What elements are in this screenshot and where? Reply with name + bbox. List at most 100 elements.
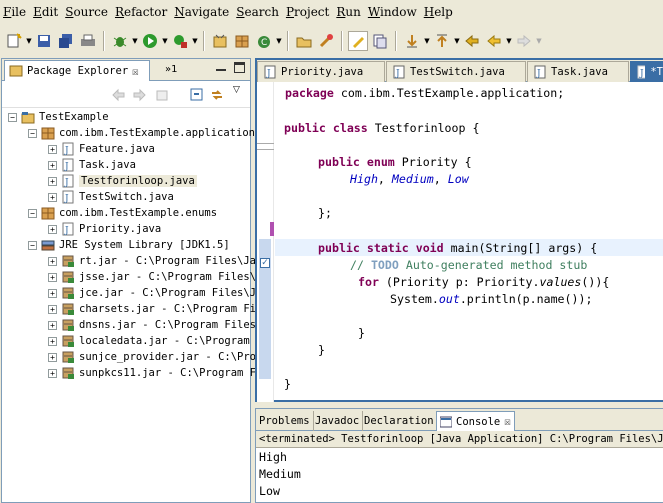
tree-item[interactable]: + jce.jar - C:\Program Files\J [48, 285, 256, 301]
tree-item[interactable]: + J TestSwitch.java [48, 189, 174, 205]
collapse-toggle-icon[interactable]: − [28, 208, 37, 218]
menu-source[interactable]: Source [64, 5, 114, 19]
toggle-mark-occurrences-icon[interactable] [348, 31, 368, 51]
console-output-line: Medium [259, 467, 301, 481]
editor-tab-testswitch[interactable]: J TestSwitch.java [386, 61, 526, 82]
external-tools-dropdown-icon[interactable]: ▼ [192, 31, 198, 51]
collapse-toggle-icon[interactable]: − [28, 128, 37, 138]
close-icon[interactable]: ☒ [504, 415, 511, 428]
tab-console[interactable]: Console ☒ [436, 411, 515, 431]
new-class-dropdown-icon[interactable]: ▼ [276, 31, 282, 51]
menu-refactor[interactable]: Refactor [114, 5, 173, 19]
editor-tabbar: J Priority.java J TestSwitch.java J Task… [257, 60, 663, 82]
menu-search[interactable]: Search [235, 5, 285, 19]
new-class-icon[interactable]: C [254, 31, 274, 51]
expand-toggle-icon[interactable]: + [48, 144, 57, 154]
menu-project[interactable]: Project [285, 5, 335, 19]
collapse-all-icon[interactable] [190, 88, 204, 102]
menu-window[interactable]: Window [367, 5, 423, 19]
expand-toggle-icon[interactable]: + [48, 320, 57, 330]
editor-tab-testforinloop[interactable]: J *T [630, 61, 663, 82]
tree-item[interactable]: + localedata.jar - C:\Program [48, 333, 250, 349]
tree-item[interactable]: + sunpkcs11.jar - C:\Program F [48, 365, 256, 381]
tree-item[interactable]: + charsets.jar - C:\Program Fi [48, 301, 256, 317]
menu-navigate[interactable]: Navigate [173, 5, 235, 19]
project-icon [21, 112, 35, 124]
tree-item[interactable]: + dnsns.jar - C:\Program Files [48, 317, 256, 333]
maximize-icon[interactable] [234, 62, 245, 73]
new-dropdown-icon[interactable]: ▼ [26, 31, 32, 51]
tree-item-label: jce.jar - C:\Program Files\J [79, 287, 257, 299]
task-marker-icon[interactable]: ✓ [260, 258, 270, 268]
expand-toggle-icon[interactable]: + [48, 304, 57, 314]
next-annotation-dropdown-icon[interactable]: ▼ [424, 31, 430, 51]
tree-item[interactable]: + J Priority.java [48, 221, 161, 237]
svg-text:J: J [395, 69, 400, 79]
previous-annotation-dropdown-icon[interactable]: ▼ [454, 31, 460, 51]
menu-file[interactable]: File [2, 5, 32, 19]
tree-item[interactable]: + J Testforinloop.java [48, 173, 197, 189]
tree-item[interactable]: − com.ibm.TestExample.application [28, 125, 255, 141]
tree-item[interactable]: + rt.jar - C:\Program Files\Ja [48, 253, 256, 269]
tree-item[interactable]: + sunjce_provider.jar - C:\Pro [48, 349, 256, 365]
expand-toggle-icon[interactable]: + [48, 272, 57, 282]
package-explorer-tab[interactable]: Package Explorer ☒ [4, 60, 150, 81]
expand-toggle-icon[interactable]: + [48, 256, 57, 266]
debug-icon[interactable] [110, 31, 130, 51]
search-icon[interactable] [316, 31, 336, 51]
tree-item[interactable]: + J Task.java [48, 157, 136, 173]
expand-toggle-icon[interactable]: + [48, 192, 57, 202]
code-line: } [284, 377, 291, 391]
menu-run[interactable]: Run [335, 5, 367, 19]
expand-toggle-icon[interactable]: + [48, 176, 57, 186]
tree-item[interactable]: − com.ibm.TestExample.enums [28, 205, 217, 221]
svg-text:J: J [536, 69, 541, 79]
expand-toggle-icon[interactable]: + [48, 160, 57, 170]
tree-item[interactable]: − JRE System Library [JDK1.5] [28, 237, 230, 253]
new-icon[interactable] [4, 31, 24, 51]
tab-javadoc[interactable]: Javadoc [312, 411, 364, 431]
expand-toggle-icon[interactable]: + [48, 368, 57, 378]
save-icon[interactable] [34, 31, 54, 51]
view-menu-icon[interactable]: ▽ [233, 85, 240, 95]
run-dropdown-icon[interactable]: ▼ [162, 31, 168, 51]
expand-toggle-icon[interactable]: + [48, 352, 57, 362]
link-with-editor-icon[interactable] [210, 88, 224, 102]
external-tools-icon[interactable] [170, 31, 190, 51]
new-java-project-icon[interactable] [210, 31, 230, 51]
code-line: // TODO Auto-generated method stub [350, 258, 588, 272]
code-area[interactable]: package com.ibm.TestExample.application;… [275, 82, 663, 402]
debug-dropdown-icon[interactable]: ▼ [132, 31, 138, 51]
minimize-icon[interactable] [216, 64, 226, 74]
new-package-icon[interactable] [232, 31, 252, 51]
console-output-line: Low [259, 484, 280, 498]
editor-tab-task[interactable]: J Task.java [527, 61, 629, 82]
tree-item[interactable]: + jsse.jar - C:\Program Files\ [48, 269, 256, 285]
collapse-toggle-icon[interactable]: − [8, 112, 17, 122]
editor-tab-priority[interactable]: J Priority.java [257, 61, 385, 82]
expand-toggle-icon[interactable]: + [48, 288, 57, 298]
open-type-icon[interactable] [294, 31, 314, 51]
expand-toggle-icon[interactable]: + [48, 336, 57, 346]
back-icon[interactable] [484, 31, 504, 51]
tab-problems[interactable]: Problems [256, 411, 314, 431]
toolbar-separator [103, 31, 105, 51]
expand-toggle-icon[interactable]: + [48, 224, 57, 234]
menu-help[interactable]: Help [423, 5, 459, 19]
run-icon[interactable] [140, 31, 160, 51]
tree-item[interactable]: − TestExample [8, 109, 109, 125]
tree-item[interactable]: + J Feature.java [48, 141, 155, 157]
save-all-icon[interactable] [56, 31, 76, 51]
menu-edit[interactable]: Edit [32, 5, 64, 19]
tab-declaration[interactable]: Declaration [361, 411, 438, 431]
next-annotation-icon[interactable] [402, 31, 422, 51]
tab-label: Problems [259, 415, 310, 427]
print-icon[interactable] [78, 31, 98, 51]
previous-annotation-icon[interactable] [432, 31, 452, 51]
last-edit-location-icon[interactable] [462, 31, 482, 51]
collapse-toggle-icon[interactable]: − [28, 240, 37, 250]
back-dropdown-icon[interactable]: ▼ [506, 31, 512, 51]
show-whitespace-icon[interactable] [370, 31, 390, 51]
more-views-indicator[interactable]: »1 [165, 64, 177, 75]
close-icon[interactable]: ☒ [132, 65, 139, 78]
